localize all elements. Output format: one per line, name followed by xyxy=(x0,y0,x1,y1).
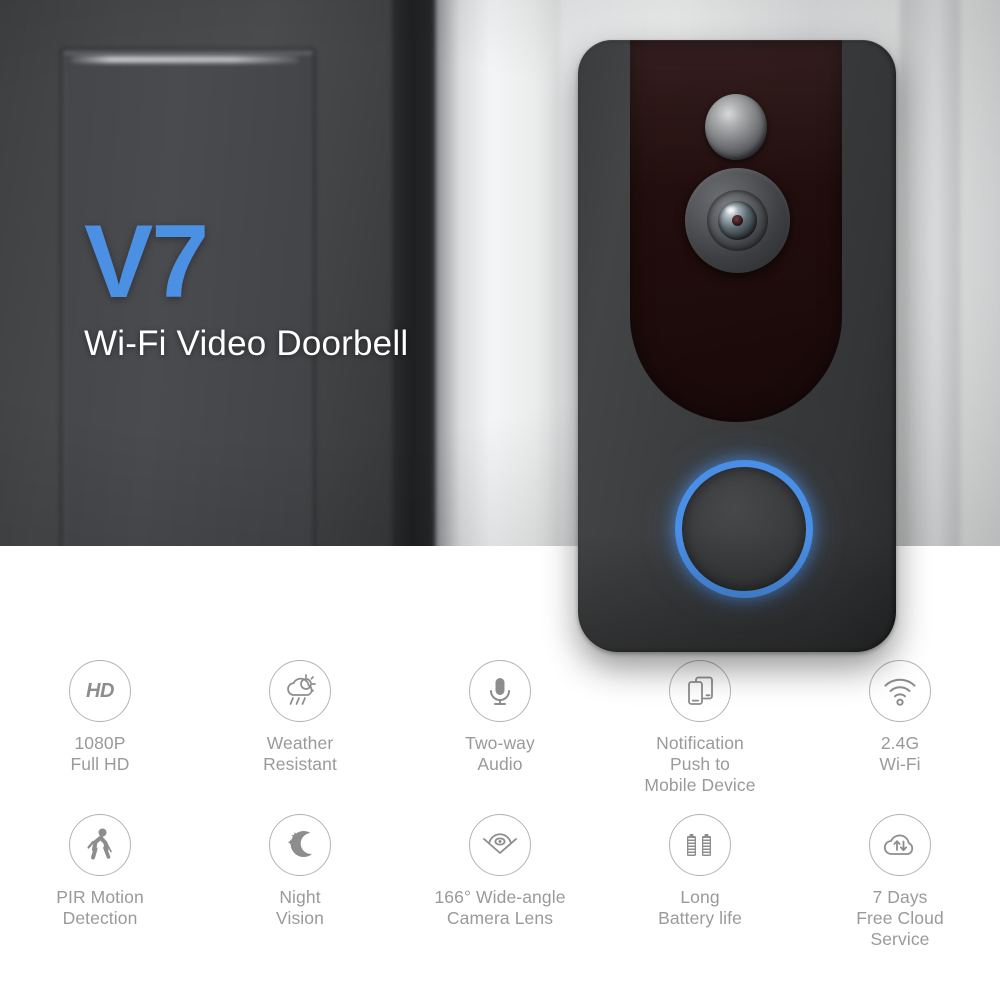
feature-row-1: HD 1080P Full HD Weather Resistant Two-w… xyxy=(0,660,1000,796)
camera-lens-flare xyxy=(724,205,738,215)
feature-label: Night Vision xyxy=(276,887,324,928)
feature-item-wifi: 2.4G Wi-Fi xyxy=(800,660,1000,796)
feature-item-pir-motion: PIR Motion Detection xyxy=(0,814,200,950)
camera-lens-pupil xyxy=(732,215,743,226)
mobile-devices-icon xyxy=(669,660,731,722)
feature-item-1080p: HD 1080P Full HD xyxy=(0,660,200,796)
walking-person-icon xyxy=(69,814,131,876)
feature-item-weather-resistant: Weather Resistant xyxy=(200,660,400,796)
feature-label: 1080P Full HD xyxy=(70,733,130,774)
pir-sensor-dome xyxy=(705,94,767,160)
product-tagline: Wi-Fi Video Doorbell xyxy=(84,324,409,363)
product-marketing-image: V7 Wi-Fi Video Doorbell HD 1080P Full HD… xyxy=(0,0,1000,1005)
feature-label: 166° Wide-angle Camera Lens xyxy=(434,887,566,928)
camera-lens-glass xyxy=(718,201,757,240)
wifi-signal-icon xyxy=(869,660,931,722)
brand-title: V7 xyxy=(84,204,209,320)
feature-item-two-way-audio: Two-way Audio xyxy=(400,660,600,796)
feature-label: Two-way Audio xyxy=(465,733,535,774)
camera-lens-ring xyxy=(707,190,768,251)
feature-item-battery-life: Long Battery life xyxy=(600,814,800,950)
wide-angle-lens-icon xyxy=(469,814,531,876)
battery-pair-icon xyxy=(669,814,731,876)
hd-badge-text: HD xyxy=(86,679,114,702)
feature-label: Long Battery life xyxy=(658,887,742,928)
cloud-sync-icon xyxy=(869,814,931,876)
feature-item-notification-push: Notification Push to Mobile Device xyxy=(600,660,800,796)
feature-label: Notification Push to Mobile Device xyxy=(644,733,756,795)
headline-block: V7 Wi-Fi Video Doorbell xyxy=(84,204,409,364)
feature-label: PIR Motion Detection xyxy=(56,887,144,928)
moon-stars-icon xyxy=(269,814,331,876)
feature-label: 2.4G Wi-Fi xyxy=(879,733,921,774)
hd-badge-icon: HD xyxy=(69,660,131,722)
feature-label: Weather Resistant xyxy=(263,733,337,774)
camera-lens xyxy=(685,168,790,273)
doorbell-button[interactable] xyxy=(675,460,813,598)
feature-label: 7 Days Free Cloud Service xyxy=(856,887,944,949)
feature-grid: HD 1080P Full HD Weather Resistant Two-w… xyxy=(0,660,1000,950)
doorbell-device xyxy=(578,40,896,652)
feature-item-free-cloud: 7 Days Free Cloud Service xyxy=(800,814,1000,950)
feature-item-night-vision: Night Vision xyxy=(200,814,400,950)
feature-item-wide-angle-lens: 166° Wide-angle Camera Lens xyxy=(400,814,600,950)
sun-cloud-rain-icon xyxy=(269,660,331,722)
feature-row-2: PIR Motion Detection Night Vision 166° W… xyxy=(0,814,1000,950)
microphone-icon xyxy=(469,660,531,722)
